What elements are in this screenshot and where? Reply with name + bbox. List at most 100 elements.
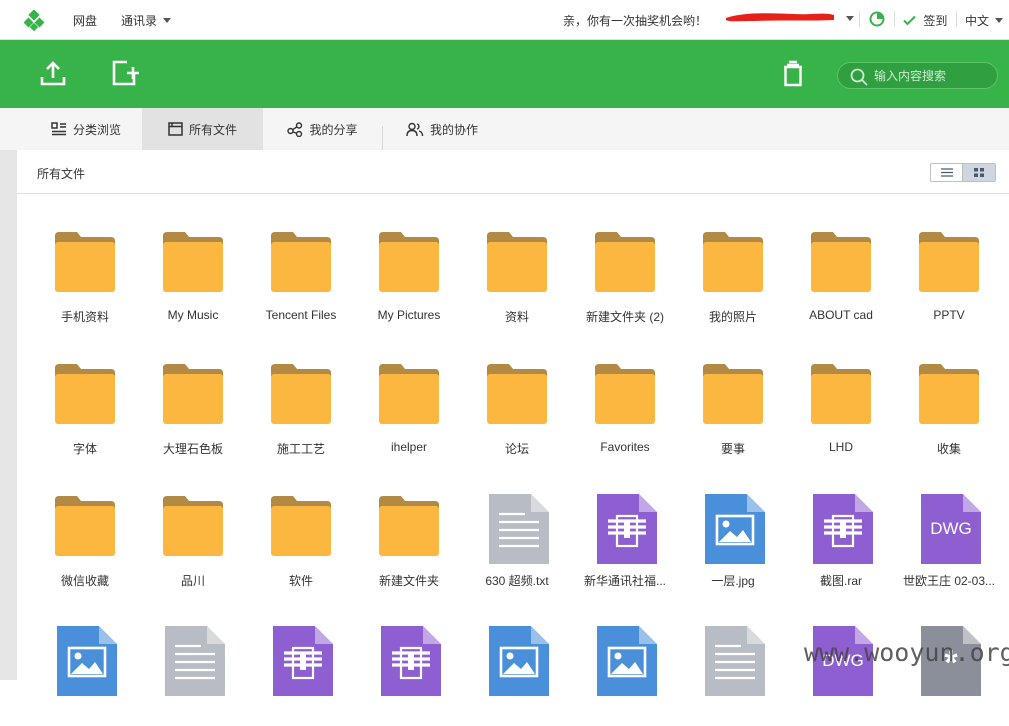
- user-menu-redacted[interactable]: [724, 9, 836, 23]
- file-item[interactable]: 630 超频.txt: [463, 484, 571, 594]
- folder-item[interactable]: 大理石色板: [139, 352, 247, 462]
- folder-item[interactable]: ihelper: [355, 352, 463, 462]
- grid-view-button[interactable]: [963, 164, 995, 181]
- collaboration-icon: [406, 122, 424, 136]
- file-name: 收集: [936, 442, 961, 456]
- folder-item[interactable]: ABOUT cad: [787, 220, 895, 330]
- file-name: 资料: [504, 310, 529, 324]
- tab-my-collaboration[interactable]: 我的协作: [383, 108, 501, 150]
- file-name: 我的照片: [708, 310, 757, 324]
- file-name: 字体: [72, 442, 97, 456]
- folder-item[interactable]: Tencent Files: [247, 220, 355, 330]
- file-item[interactable]: [463, 616, 571, 726]
- folder-item[interactable]: 论坛: [463, 352, 571, 462]
- folder-item[interactable]: LHD: [787, 352, 895, 462]
- folder-item[interactable]: My Pictures: [355, 220, 463, 330]
- file-item[interactable]: 一层.jpg: [679, 484, 787, 594]
- folder-item[interactable]: 手机资料: [31, 220, 139, 330]
- left-scroll-strip: [0, 150, 17, 680]
- file-name: 微信收藏: [60, 574, 109, 588]
- delete-icon[interactable]: [778, 58, 808, 88]
- file-item[interactable]: [139, 616, 247, 726]
- tab-category-browse[interactable]: 分类浏览: [30, 108, 142, 150]
- view-tabs: 分类浏览 所有文件 我的分享 我的协作: [0, 108, 1009, 150]
- divider: [859, 11, 860, 27]
- app-logo[interactable]: [24, 10, 46, 32]
- file-item[interactable]: 新华通讯社福...: [571, 484, 679, 594]
- file-item[interactable]: *: [895, 616, 1003, 726]
- upload-icon[interactable]: [38, 58, 68, 88]
- folder-item[interactable]: 品川: [139, 484, 247, 594]
- folder-icon: [919, 232, 979, 292]
- folder-item[interactable]: 新建文件夹 (2): [571, 220, 679, 330]
- search-icon[interactable]: [850, 68, 868, 86]
- folder-icon: [163, 232, 223, 292]
- user-menu-chevron-icon[interactable]: [846, 16, 854, 21]
- list-view-button[interactable]: [931, 164, 963, 181]
- breadcrumb[interactable]: 所有文件: [37, 165, 85, 182]
- archive-file-icon: [813, 494, 873, 564]
- file-name: ABOUT cad: [809, 308, 873, 322]
- folder-item[interactable]: 软件: [247, 484, 355, 594]
- view-toggle: [930, 163, 996, 182]
- archive-file-icon: [273, 626, 333, 696]
- folder-icon: [55, 496, 115, 556]
- nav-contacts[interactable]: 通讯录: [121, 12, 172, 29]
- folder-item[interactable]: 微信收藏: [31, 484, 139, 594]
- grid-icon: [974, 168, 984, 177]
- tab-my-shares[interactable]: 我的分享: [263, 108, 382, 150]
- search-box[interactable]: [837, 62, 998, 89]
- storage-pie-icon[interactable]: [869, 11, 885, 27]
- folder-icon: [379, 232, 439, 292]
- language-select[interactable]: 中文: [965, 12, 1004, 29]
- folder-item[interactable]: 字体: [31, 352, 139, 462]
- folder-icon: [811, 232, 871, 292]
- checkin-button[interactable]: 签到: [903, 12, 947, 29]
- new-folder-icon[interactable]: [110, 58, 140, 88]
- file-name: PPTV: [933, 308, 965, 322]
- file-item[interactable]: [247, 616, 355, 726]
- folder-item[interactable]: Favorites: [571, 352, 679, 462]
- tab-all-files[interactable]: 所有文件: [142, 108, 263, 150]
- search-input[interactable]: [874, 67, 992, 85]
- file-item[interactable]: [571, 616, 679, 726]
- file-item[interactable]: DWG 世欧王庄 02-03...: [895, 484, 1003, 594]
- file-name: 要事: [720, 442, 745, 456]
- file-name: 大理石色板: [162, 442, 223, 456]
- file-name: 世欧王庄 02-03...: [902, 574, 996, 588]
- tab-label: 分类浏览: [72, 122, 121, 137]
- folder-item[interactable]: PPTV: [895, 220, 1003, 330]
- folder-icon: [703, 232, 763, 292]
- file-grid: 手机资料 My Music Tencent Files My Pictures …: [31, 220, 1009, 696]
- folder-item[interactable]: 施工工艺: [247, 352, 355, 462]
- file-name: LHD: [828, 440, 853, 454]
- folder-icon: [55, 232, 115, 292]
- share-icon: [287, 121, 303, 137]
- folder-icon: [487, 364, 547, 424]
- nav-netdisk[interactable]: 网盘: [73, 12, 97, 29]
- file-item[interactable]: DWG: [787, 616, 895, 726]
- folder-item[interactable]: 收集: [895, 352, 1003, 462]
- tab-label: 我的分享: [309, 122, 358, 137]
- top-navigation-bar: 网盘 通讯录 亲，你有一次抽奖机会哟！ 签到 中文: [0, 0, 1009, 40]
- text-file-icon: [165, 626, 225, 696]
- checkin-label: 签到: [923, 14, 948, 28]
- folder-item[interactable]: 新建文件夹: [355, 484, 463, 594]
- file-name: 论坛: [504, 442, 529, 456]
- image-file-icon: [705, 494, 765, 564]
- folder-icon: [487, 232, 547, 292]
- file-item[interactable]: [31, 616, 139, 726]
- folder-icon: [271, 364, 331, 424]
- breadcrumb-bar: 所有文件: [17, 150, 1009, 194]
- folder-item[interactable]: 资料: [463, 220, 571, 330]
- folder-icon: [379, 496, 439, 556]
- folder-item[interactable]: 我的照片: [679, 220, 787, 330]
- file-name: 品川: [180, 574, 205, 588]
- folder-item[interactable]: 要事: [679, 352, 787, 462]
- file-item[interactable]: [355, 616, 463, 726]
- folder-item[interactable]: My Music: [139, 220, 247, 330]
- lottery-notice[interactable]: 亲，你有一次抽奖机会哟！: [563, 12, 707, 29]
- file-item[interactable]: 截图.rar: [787, 484, 895, 594]
- archive-file-icon: [381, 626, 441, 696]
- file-item[interactable]: [679, 616, 787, 726]
